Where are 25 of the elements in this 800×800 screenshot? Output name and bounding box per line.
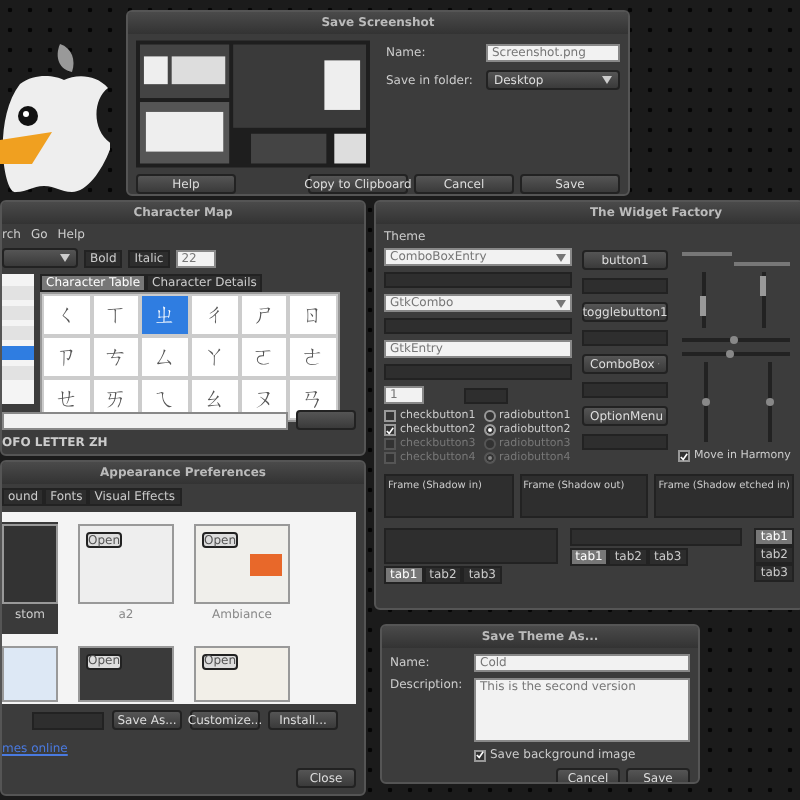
character-cell[interactable]: ㄑ [42, 294, 92, 336]
text-field[interactable] [2, 411, 288, 429]
character-cell[interactable]: ㄚ [189, 336, 240, 378]
checkbox[interactable] [384, 424, 396, 436]
copy-button[interactable] [296, 410, 356, 430]
character-cell[interactable]: ㄘ [91, 336, 141, 378]
radio-button[interactable] [483, 424, 496, 436]
character-cell[interactable]: ㄓ [140, 294, 190, 336]
checkbox[interactable] [678, 450, 690, 462]
radio-button[interactable] [483, 410, 496, 422]
character-cell[interactable]: ㄖ [288, 294, 338, 336]
character-cell[interactable]: ㄛ [239, 336, 289, 378]
theme-preview [2, 645, 58, 701]
character-cell[interactable]: ㄕ [239, 294, 289, 336]
character-cell[interactable]: ㄒ [91, 294, 141, 336]
character-cell[interactable]: ㄜ [288, 336, 338, 378]
font-dropdown[interactable] [2, 248, 78, 268]
checkbox[interactable] [474, 749, 486, 761]
folder-icon [250, 554, 282, 576]
theme-option[interactable] [2, 643, 58, 703]
character-cell[interactable]: ㄗ [42, 336, 92, 378]
checkbox[interactable] [384, 410, 396, 422]
character-cell[interactable]: ㄙ [140, 336, 190, 378]
empty-entry [464, 387, 508, 403]
character-cell[interactable]: ㄔ [189, 294, 240, 336]
